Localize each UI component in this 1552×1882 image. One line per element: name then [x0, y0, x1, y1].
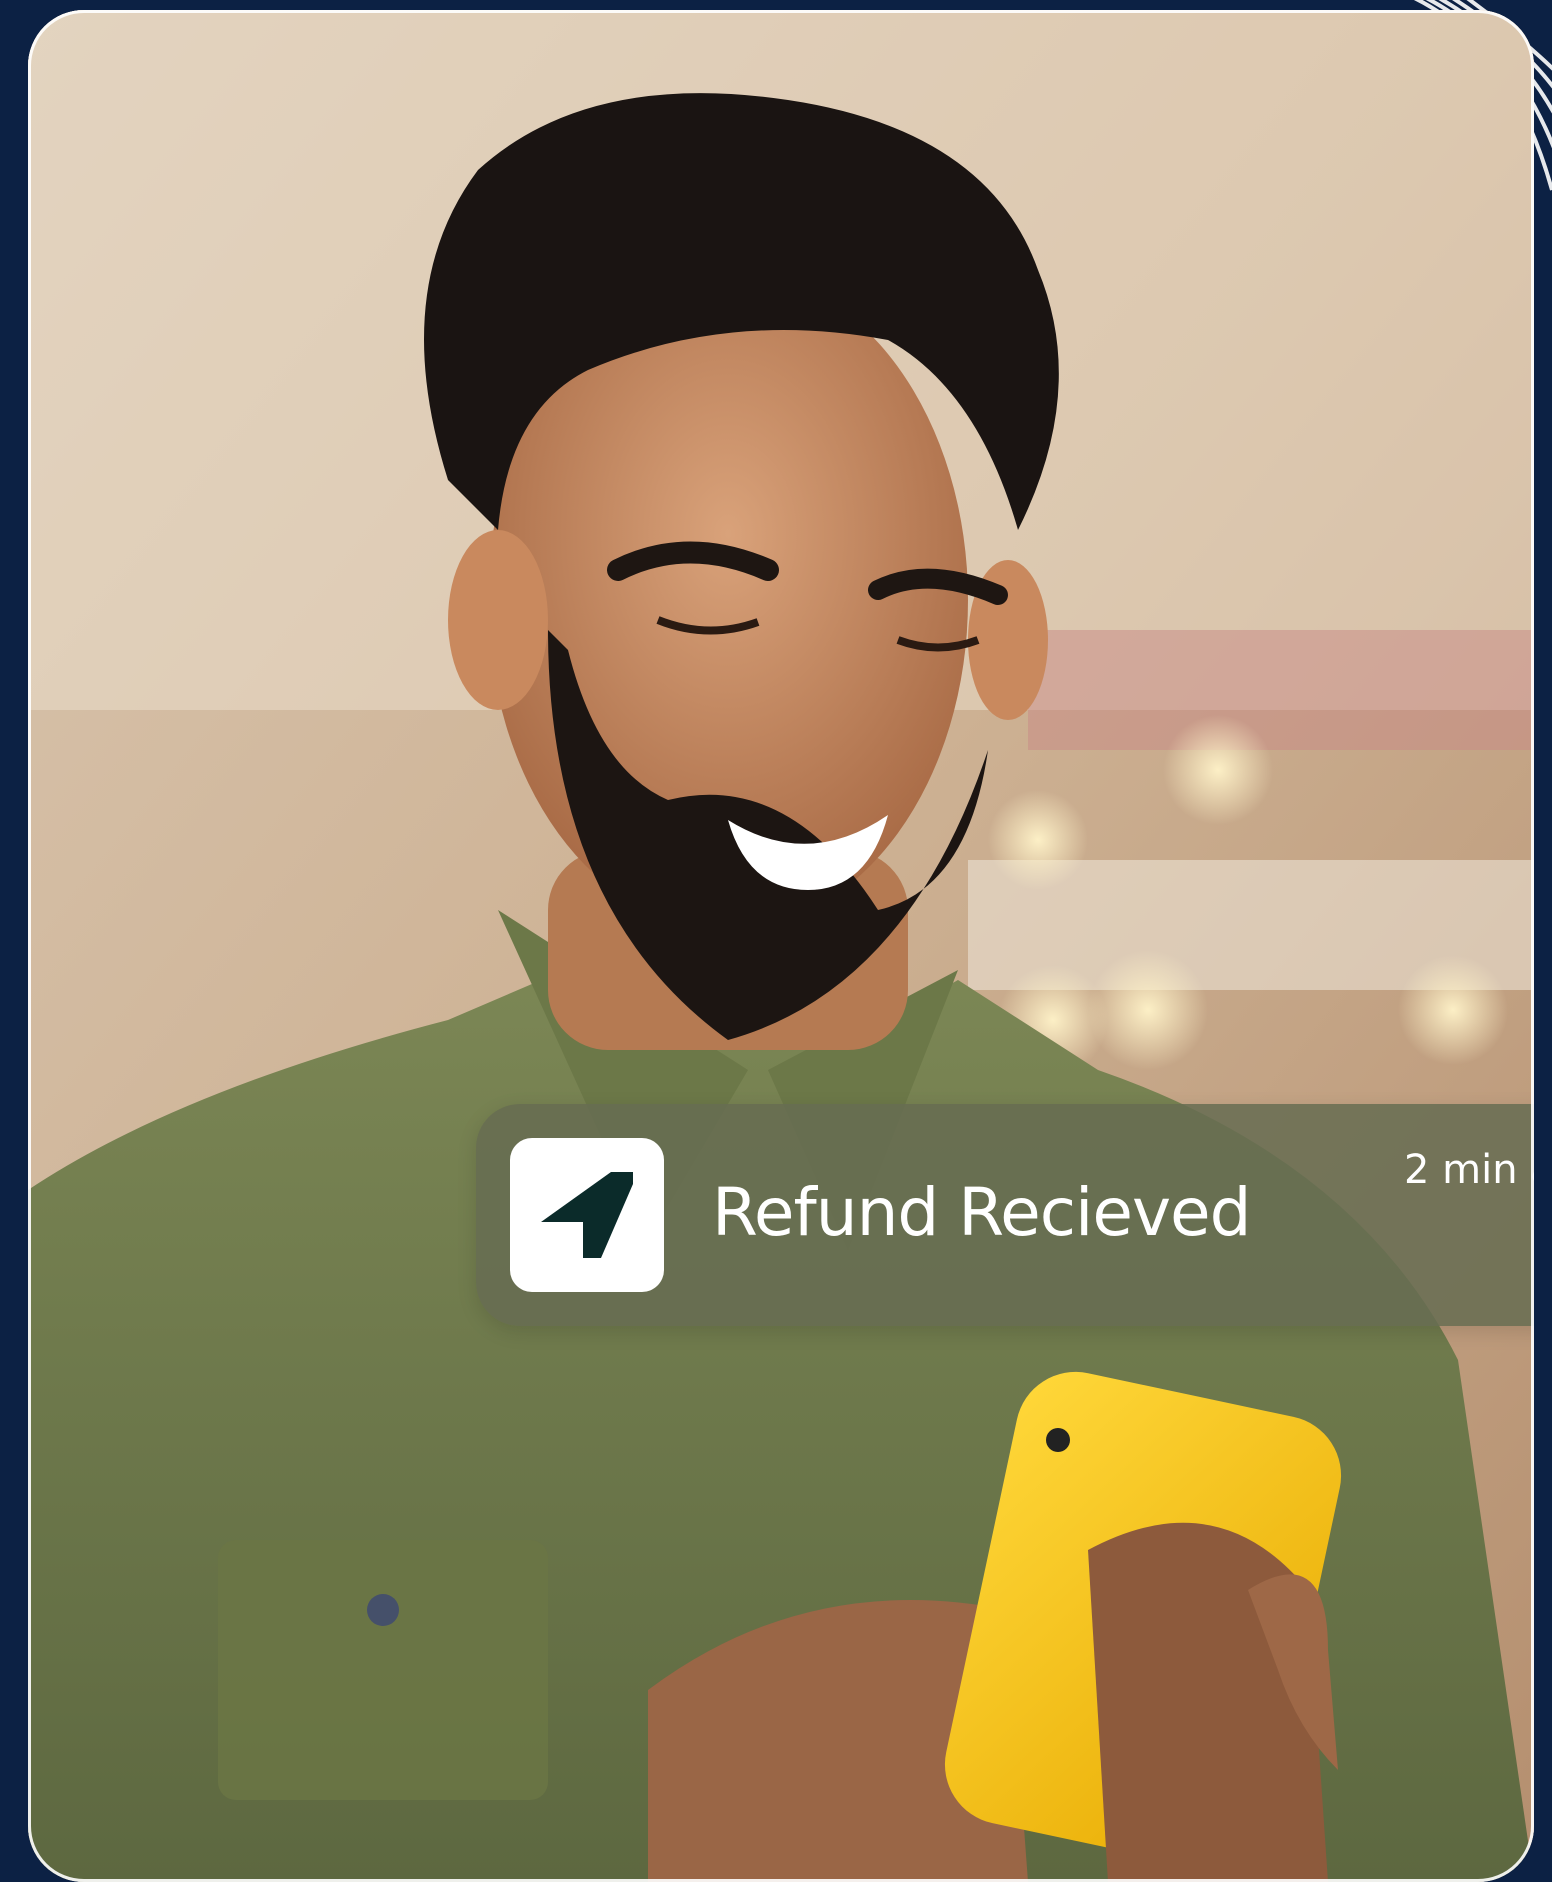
promo-panel: Refund Recieved 2 min a — [0, 0, 1552, 1882]
arrow-logo-icon — [541, 1172, 633, 1258]
app-logo-icon — [510, 1138, 664, 1292]
refund-notification[interactable]: Refund Recieved 2 min a — [476, 1104, 1534, 1326]
hero-image-card: Refund Recieved 2 min a — [28, 10, 1534, 1882]
person-with-phone-photo — [28, 10, 1534, 1882]
notification-title: Refund Recieved — [712, 1174, 1252, 1251]
notification-time: 2 min a — [1404, 1147, 1534, 1193]
